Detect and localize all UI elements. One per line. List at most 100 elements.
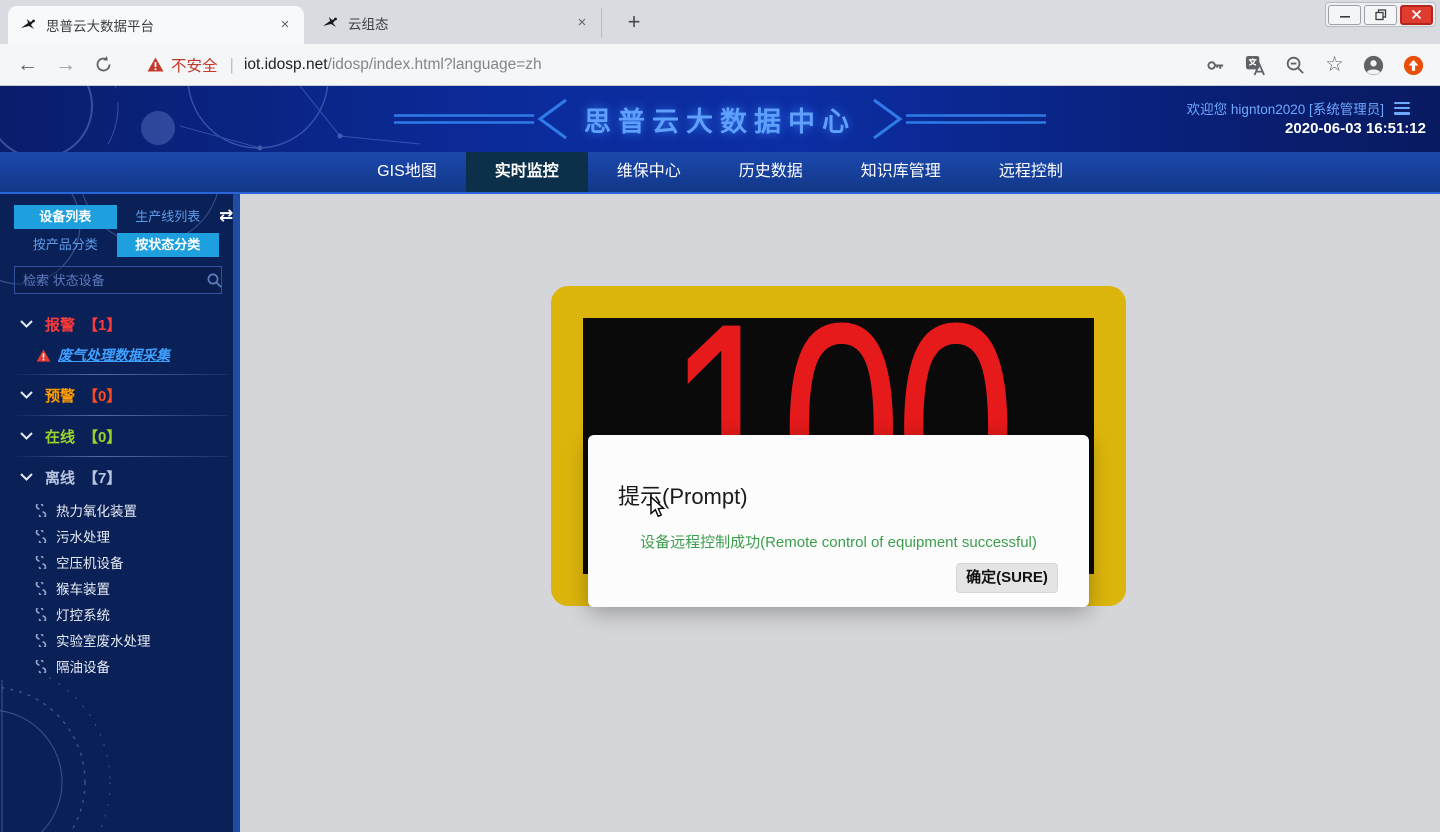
broken-link-icon bbox=[34, 608, 48, 621]
minimize-button[interactable] bbox=[1328, 5, 1361, 25]
extension-up-icon[interactable] bbox=[1403, 55, 1424, 76]
offline-device-item[interactable]: 猴车装置 bbox=[0, 575, 233, 601]
offline-device-item[interactable]: 灯控系统 bbox=[0, 601, 233, 627]
tab-cloud-config[interactable]: 云组态 × bbox=[312, 8, 602, 38]
alarm-device-link[interactable]: 废气处理数据采集 bbox=[58, 345, 170, 365]
url-separator: | bbox=[230, 55, 234, 75]
device-label[interactable]: 实验室废水处理 bbox=[56, 630, 151, 650]
sidebar-classify-tabs: 按产品分类 按状态分类 bbox=[14, 233, 219, 257]
dialog-message: 设备远程控制成功(Remote control of equipment suc… bbox=[588, 531, 1089, 552]
reload-icon[interactable] bbox=[94, 55, 113, 74]
menu-list-icon[interactable] bbox=[1394, 102, 1410, 115]
group-count: 【1】 bbox=[83, 314, 121, 335]
group-count: 【0】 bbox=[83, 426, 121, 447]
tab-close-icon[interactable]: × bbox=[573, 14, 591, 32]
back-icon[interactable]: ← bbox=[17, 53, 38, 77]
group-label: 离线 bbox=[45, 467, 75, 488]
tab-by-product[interactable]: 按产品分类 bbox=[14, 233, 117, 257]
banner-title-row: 思普云大数据中心 bbox=[0, 86, 1440, 152]
close-button[interactable] bbox=[1400, 5, 1433, 25]
group-label: 预警 bbox=[45, 385, 75, 406]
device-label[interactable]: 灯控系统 bbox=[56, 604, 110, 624]
offline-device-item[interactable]: 隔油设备 bbox=[0, 653, 233, 679]
page-title: 思普云大数据中心 bbox=[584, 100, 856, 139]
nav-maintenance-center[interactable]: 维保中心 bbox=[588, 152, 710, 192]
tab-device-list[interactable]: 设备列表 bbox=[14, 205, 117, 229]
group-count: 【7】 bbox=[83, 467, 121, 488]
broken-link-icon bbox=[34, 530, 48, 543]
group-label: 在线 bbox=[45, 426, 75, 447]
chevron-down-icon bbox=[20, 473, 33, 481]
tab-iot-platform[interactable]: 思普云大数据平台 × bbox=[8, 6, 304, 44]
tab-close-icon[interactable]: × bbox=[276, 16, 294, 34]
device-label[interactable]: 空压机设备 bbox=[56, 552, 124, 572]
url-host[interactable]: iot.idosp.net bbox=[244, 56, 328, 74]
profile-avatar-icon[interactable] bbox=[1363, 55, 1384, 76]
right-bracket-decoration bbox=[870, 96, 1046, 142]
site-favicon-icon bbox=[20, 17, 37, 34]
device-label[interactable]: 隔油设备 bbox=[56, 656, 110, 676]
new-tab-button[interactable]: + bbox=[620, 9, 648, 37]
offline-device-item[interactable]: 实验室废水处理 bbox=[0, 627, 233, 653]
sidebar-scrollbar[interactable] bbox=[233, 194, 240, 832]
minimize-icon bbox=[1339, 10, 1351, 20]
toolbar-actions: ☆ bbox=[1205, 44, 1424, 86]
sure-button[interactable]: 确定(SURE) bbox=[956, 563, 1058, 593]
tab-title: 云组态 bbox=[348, 13, 573, 33]
device-sidebar: 设备列表 生产线列表 ⇄ 按产品分类 按状态分类 报警 【1】 bbox=[0, 194, 233, 832]
search-input[interactable] bbox=[15, 273, 207, 288]
bookmark-star-icon[interactable]: ☆ bbox=[1325, 55, 1344, 75]
nav-knowledge-base[interactable]: 知识库管理 bbox=[832, 152, 970, 192]
current-datetime: 2020-06-03 16:51:12 bbox=[1285, 120, 1426, 137]
monitor-content: 100 提示(Prompt) 设备远程控制成功(Remote control o… bbox=[240, 194, 1440, 832]
broken-link-icon bbox=[34, 634, 48, 647]
offline-device-item[interactable]: 污水处理 bbox=[0, 523, 233, 549]
welcome-bar: 欢迎您 hignton2020 [系统管理员] bbox=[1187, 98, 1410, 118]
security-status[interactable]: 不安全 bbox=[147, 54, 218, 76]
group-offline[interactable]: 离线 【7】 bbox=[0, 457, 233, 497]
group-warning[interactable]: 预警 【0】 bbox=[0, 375, 233, 415]
window-controls bbox=[1325, 2, 1436, 27]
dialog-title: 提示(Prompt) bbox=[618, 479, 748, 511]
swap-icon[interactable]: ⇄ bbox=[219, 205, 233, 227]
tab-by-status[interactable]: 按状态分类 bbox=[117, 233, 220, 257]
radial-ticks-decoration bbox=[0, 672, 233, 832]
broken-link-icon bbox=[34, 556, 48, 569]
tab-title: 思普云大数据平台 bbox=[46, 15, 276, 35]
chevron-down-icon bbox=[20, 320, 33, 328]
device-label[interactable]: 污水处理 bbox=[56, 526, 110, 546]
tab-production-line-list[interactable]: 生产线列表 bbox=[117, 205, 220, 229]
nav-gis-map[interactable]: GIS地图 bbox=[348, 152, 466, 192]
translate-icon[interactable] bbox=[1245, 55, 1266, 76]
welcome-text: 欢迎您 hignton2020 [系统管理员] bbox=[1187, 98, 1384, 118]
app-page: 思普云大数据中心 欢迎您 hignton2020 [系统管理员] 2020-06… bbox=[0, 86, 1440, 832]
group-online[interactable]: 在线 【0】 bbox=[0, 416, 233, 456]
password-key-icon[interactable] bbox=[1205, 55, 1226, 76]
zoom-out-icon[interactable] bbox=[1285, 55, 1306, 76]
close-icon bbox=[1411, 9, 1422, 20]
broken-link-icon bbox=[34, 504, 48, 517]
alarm-device-item[interactable]: 废气处理数据采集 bbox=[0, 340, 233, 370]
group-alarm[interactable]: 报警 【1】 bbox=[0, 304, 233, 344]
main-nav: GIS地图 实时监控 维保中心 历史数据 知识库管理 远程控制 bbox=[0, 152, 1440, 194]
prompt-dialog: 提示(Prompt) 设备远程控制成功(Remote control of eq… bbox=[588, 435, 1089, 607]
forward-icon[interactable]: → bbox=[55, 53, 76, 77]
offline-device-item[interactable]: 热力氧化装置 bbox=[0, 497, 233, 523]
restore-button[interactable] bbox=[1364, 5, 1397, 25]
nav-realtime-monitor[interactable]: 实时监控 bbox=[466, 152, 588, 192]
left-bracket-decoration bbox=[394, 96, 570, 142]
warning-triangle-icon bbox=[147, 57, 164, 72]
nav-remote-control[interactable]: 远程控制 bbox=[970, 152, 1092, 192]
site-favicon-icon bbox=[322, 15, 339, 32]
offline-device-item[interactable]: 空压机设备 bbox=[0, 549, 233, 575]
device-label[interactable]: 热力氧化装置 bbox=[56, 500, 137, 520]
device-status-tree: 报警 【1】 废气处理数据采集 预警 【0】 在线 【 bbox=[0, 304, 233, 679]
browser-tab-strip: 思普云大数据平台 × 云组态 × + bbox=[0, 0, 1440, 44]
group-label: 报警 bbox=[45, 314, 75, 335]
search-icon[interactable] bbox=[207, 273, 222, 288]
chevron-down-icon bbox=[20, 432, 33, 440]
device-label[interactable]: 猴车装置 bbox=[56, 578, 110, 598]
nav-history-data[interactable]: 历史数据 bbox=[710, 152, 832, 192]
restore-icon bbox=[1375, 9, 1387, 21]
url-path[interactable]: /idosp/index.html?language=zh bbox=[328, 56, 542, 74]
